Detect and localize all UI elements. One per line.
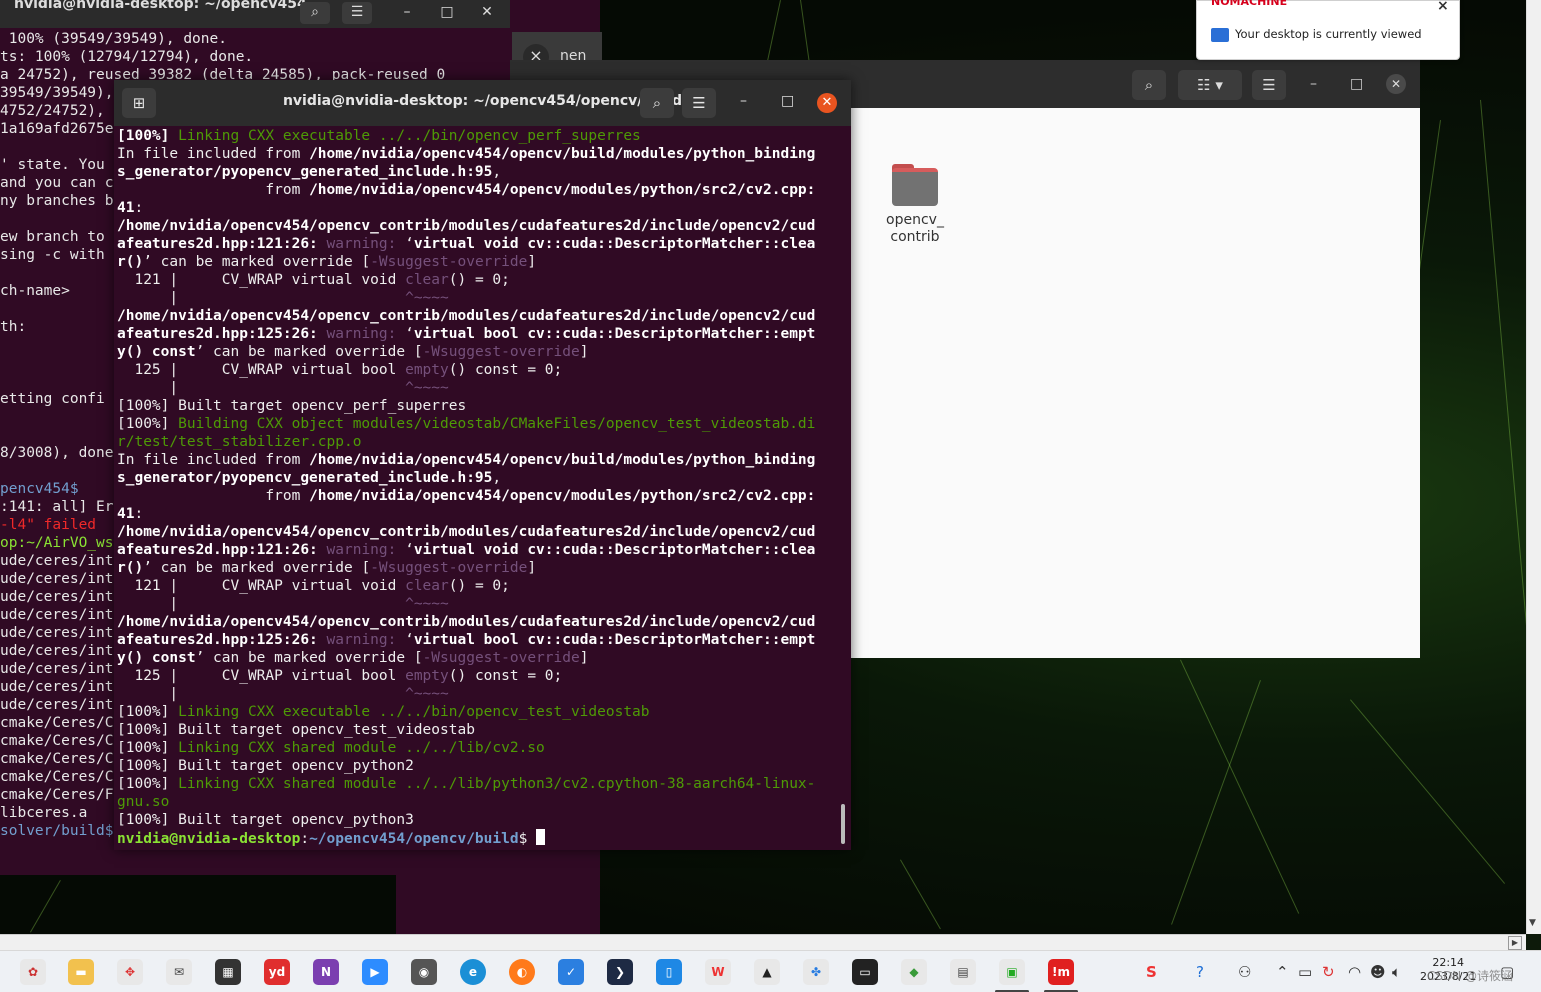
- prompt-user: nvidia@nvidia-desktop: [117, 831, 301, 847]
- snipaste-icon[interactable]: ✿: [20, 959, 46, 985]
- zoom-icon[interactable]: ▶: [362, 959, 388, 985]
- baidu-netdisk-icon[interactable]: ✤: [803, 959, 829, 985]
- terminal-line: ts: 100% (12794/12794), done.: [0, 49, 254, 65]
- terminal-line: 100% (39549/39549), done.: [0, 31, 227, 47]
- prompt-path: ~/opencv454/opencv/build: [309, 831, 519, 847]
- search-icon[interactable]: ⌕: [1132, 70, 1166, 100]
- background-terminal-title: nvidia@nvidia-desktop: ~/opencv454: [14, 0, 307, 12]
- screen-share-icon: [1211, 28, 1229, 42]
- maximize-icon[interactable]: □: [781, 93, 794, 109]
- sogou-ime-icon[interactable]: S: [1146, 963, 1157, 981]
- terminal-scrollbar[interactable]: [841, 804, 845, 844]
- people-icon[interactable]: ⚇: [1238, 963, 1251, 981]
- store-icon[interactable]: ▦: [215, 959, 241, 985]
- terminal-titlebar[interactable]: ⊞ nvidia@nvidia-desktop: ~/opencv454/ope…: [114, 80, 851, 126]
- minimize-icon[interactable]: –: [1310, 76, 1317, 92]
- minimize-icon[interactable]: –: [740, 93, 747, 109]
- close-icon[interactable]: ✕: [817, 93, 837, 113]
- mail-icon[interactable]: ✉: [166, 959, 192, 985]
- watermark: CSDN @诗筱涵: [1427, 969, 1514, 983]
- scroll-right-icon[interactable]: ▶: [1508, 936, 1522, 950]
- onenote-icon[interactable]: N: [313, 959, 339, 985]
- volume-icon[interactable]: 🔈︎: [1392, 963, 1401, 981]
- camera-icon[interactable]: ◉: [411, 959, 437, 985]
- youdao-icon[interactable]: yd: [264, 959, 290, 985]
- app-icon[interactable]: ◆: [901, 959, 927, 985]
- close-icon[interactable]: ✕: [1386, 74, 1406, 94]
- terminal-cursor: [536, 829, 546, 845]
- chevron-up-icon[interactable]: ⌃: [1276, 963, 1289, 981]
- search-icon[interactable]: ⌕: [300, 2, 330, 24]
- terminal-output[interactable]: [100%] Linking CXX executable ../../bin/…: [117, 127, 842, 847]
- taskbar: ✿ ▬ ✥ ✉ ▦ yd N ▶ ◉ e ◐ ✓ ❯ ▯ W ▲ ✤ ▭ ◆ ▤…: [0, 950, 1541, 992]
- photos-icon[interactable]: ▲: [754, 959, 780, 985]
- feishu-icon[interactable]: ✓: [558, 959, 584, 985]
- nomachine-notification[interactable]: NOMACHINE × Your desktop is currently vi…: [1196, 0, 1460, 60]
- notification-message: Your desktop is currently viewed: [1235, 27, 1422, 41]
- wifi-icon[interactable]: ◠: [1348, 963, 1361, 981]
- maximize-icon[interactable]: □: [432, 2, 462, 24]
- folder-icon[interactable]: [888, 164, 942, 208]
- folder-label[interactable]: opencv_ contrib: [870, 212, 960, 246]
- firefox-icon[interactable]: ◐: [509, 959, 535, 985]
- powershell-icon[interactable]: ❯: [607, 959, 633, 985]
- search-icon[interactable]: ⌕: [640, 88, 674, 118]
- help-icon[interactable]: ?: [1196, 963, 1204, 981]
- hamburger-menu-icon[interactable]: ☰: [1252, 70, 1286, 100]
- terminal-app-icon[interactable]: ▭: [852, 959, 878, 985]
- nomachine-icon[interactable]: !m: [1048, 959, 1074, 985]
- sync-icon[interactable]: ↻: [1322, 963, 1335, 981]
- edge-icon[interactable]: e: [460, 959, 486, 985]
- close-icon[interactable]: ×: [1437, 0, 1449, 14]
- maximize-icon[interactable]: □: [1350, 76, 1363, 92]
- file-explorer-icon[interactable]: ▬: [68, 959, 94, 985]
- scroll-down-icon[interactable]: ▼: [1529, 918, 1536, 928]
- nomachine-logo: NOMACHINE: [1211, 0, 1288, 8]
- vertical-scrollbar[interactable]: ▼: [1526, 0, 1541, 934]
- battery-icon[interactable]: ▭: [1298, 963, 1312, 981]
- app-icon[interactable]: ▤: [950, 959, 976, 985]
- app-icon[interactable]: ✥: [117, 959, 143, 985]
- horizontal-scrollbar[interactable]: ▶: [0, 934, 1526, 950]
- nvidia-remote-icon[interactable]: ▣: [999, 959, 1025, 985]
- phone-link-icon[interactable]: ▯: [656, 959, 682, 985]
- wps-icon[interactable]: W: [705, 959, 731, 985]
- close-icon[interactable]: ✕: [472, 2, 502, 24]
- view-toggle-button[interactable]: ☷ ▾: [1178, 70, 1242, 100]
- minimize-icon[interactable]: –: [392, 2, 422, 24]
- hamburger-menu-icon[interactable]: ☰: [342, 2, 372, 24]
- terminal-window[interactable]: ⊞ nvidia@nvidia-desktop: ~/opencv454/ope…: [114, 80, 851, 850]
- background-terminal-titlebar[interactable]: nvidia@nvidia-desktop: ~/opencv454 ⌕ ☰ –…: [0, 0, 510, 28]
- qq-icon[interactable]: ☻: [1370, 963, 1386, 981]
- hamburger-menu-icon[interactable]: ☰: [682, 88, 716, 118]
